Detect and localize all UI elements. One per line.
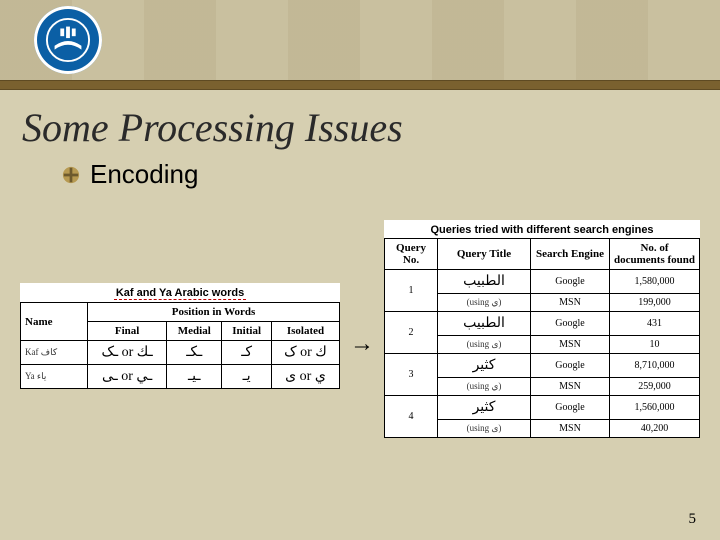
col-query-no: Query No. [385,239,438,270]
book-emblem-icon [45,17,91,63]
header-background [0,0,720,80]
col-search-engine: Search Engine [531,239,610,270]
col-final: Final [88,322,167,341]
col-doc-count: No. of documents found [610,239,700,270]
table-row: 1 الطبيب Google 1,580,000 [385,270,700,294]
col-query-title: Query Title [438,239,531,270]
col-medial: Medial [167,322,222,341]
arrow-right-icon: → [350,330,374,358]
header-divider [0,80,720,90]
col-name: Name [21,303,88,341]
university-logo [34,6,102,74]
bullet-icon [62,166,80,184]
bullet-label: Encoding [90,159,198,190]
table-row: Kaf كاف ـك or ـک ـكـ كـ ك or ک [21,341,340,365]
table-row: 4 كثير Google 1,560,000 [385,396,700,420]
queries-caption: Queries tried with different search engi… [384,220,700,238]
slide-title: Some Processing Issues [22,104,720,151]
queries-table: Queries tried with different search engi… [384,220,700,438]
col-position-header: Position in Words [88,303,340,322]
page-number: 5 [689,511,697,528]
kaf-ya-table: Kaf and Ya Arabic words Name Position in… [20,283,340,389]
bullet-item: Encoding [62,159,720,190]
table-row: Ya ياء ـي or ـى ـيـ يـ ي or ى [21,365,340,389]
table-row: 3 كثير Google 8,710,000 [385,354,700,378]
col-initial: Initial [222,322,272,341]
table-row: 2 الطبيب Google 431 [385,312,700,336]
kaf-ya-caption: Kaf and Ya Arabic words [20,283,340,302]
col-isolated: Isolated [271,322,339,341]
